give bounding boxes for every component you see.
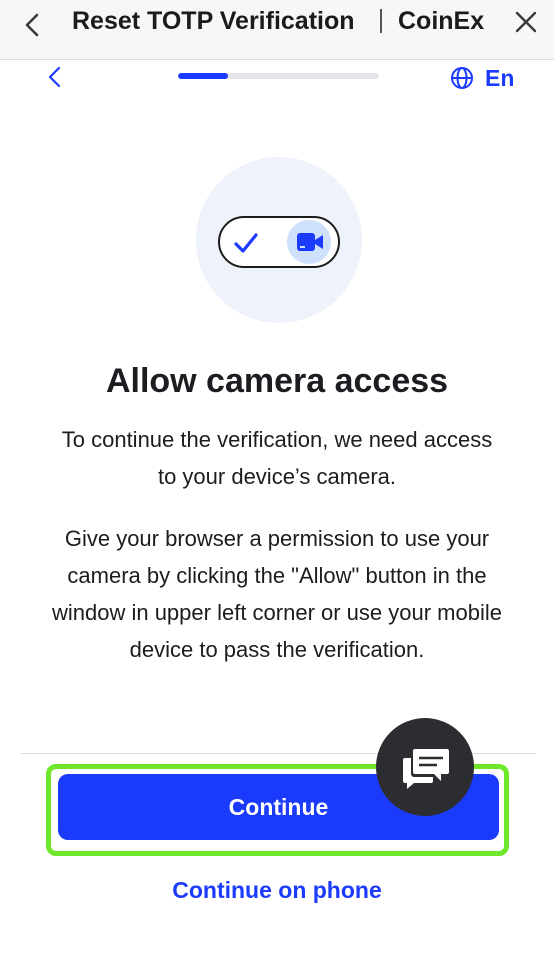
close-icon[interactable] — [514, 10, 538, 34]
camera-illustration — [196, 157, 362, 323]
progress-bar-fill — [178, 73, 229, 79]
instructions-text: Give your browser a permission to use yo… — [51, 526, 502, 662]
check-icon — [234, 233, 258, 253]
page-title: Allow camera access — [105, 362, 449, 400]
camera-toggle-illustration — [218, 216, 340, 268]
chat-icon — [403, 749, 449, 789]
progress-bar — [178, 73, 379, 79]
back-icon[interactable] — [20, 12, 46, 38]
window-title-bar: Reset TOTP Verification CoinEx — [0, 0, 554, 60]
chat-support-button[interactable] — [376, 718, 474, 816]
title-separator — [380, 9, 382, 33]
back-icon[interactable] — [42, 64, 68, 90]
brand-name: CoinEx — [398, 7, 485, 35]
globe-icon — [451, 67, 473, 89]
camera-icon — [297, 233, 323, 251]
intro-text: To continue the verification, we need ac… — [61, 427, 493, 489]
window-title: Reset TOTP Verification — [72, 7, 355, 35]
language-selector[interactable]: En — [450, 63, 514, 93]
continue-on-phone-link[interactable]: Continue on phone — [0, 877, 554, 904]
camera-badge — [287, 220, 331, 264]
language-code: En — [485, 64, 515, 91]
